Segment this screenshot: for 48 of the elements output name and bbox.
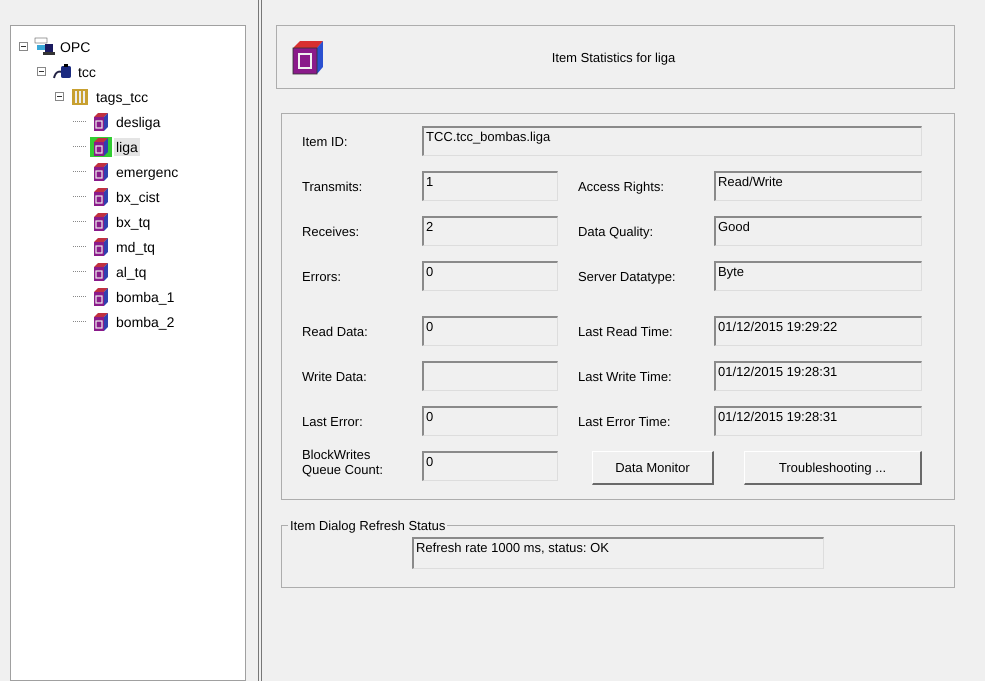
value-field: TCC.tcc_bombas.liga — [422, 126, 922, 156]
value-field: Byte — [714, 261, 922, 291]
computer-icon — [34, 36, 56, 56]
tree-item[interactable]: emergenc — [114, 162, 180, 180]
tree-item[interactable]: bomba_1 — [114, 288, 176, 306]
value-field: 1 — [422, 171, 558, 201]
collapse-toggle[interactable] — [37, 67, 46, 76]
tree-item[interactable]: bx_cist — [114, 188, 162, 206]
field-label: Item ID: — [302, 134, 349, 148]
group-label: Item Dialog Refresh Status — [289, 518, 446, 533]
value-field: Good — [714, 216, 922, 246]
value-field: 0 — [422, 316, 558, 346]
tree-item[interactable]: tcc — [76, 62, 98, 80]
tree-item[interactable]: bomba_2 — [114, 312, 176, 330]
tree-item[interactable]: desliga — [114, 112, 162, 130]
tree-item[interactable]: liga — [114, 138, 140, 156]
data-monitor-button[interactable]: Data Monitor — [592, 451, 714, 485]
tree-item[interactable]: bx_tq — [114, 212, 152, 230]
field-label: Last Write Time: — [578, 368, 673, 384]
field-label: Read Data: — [302, 324, 369, 338]
value-field: 2 — [422, 216, 558, 246]
value-field: 01/12/2015 19:28:31 — [714, 361, 922, 391]
tree-item[interactable]: md_tq — [114, 238, 157, 256]
field-label: Transmits: — [302, 178, 364, 194]
tree-item[interactable]: OPC — [58, 38, 92, 56]
field-label: Data Quality: — [578, 224, 654, 238]
value-field: 01/12/2015 19:28:31 — [714, 406, 922, 436]
field-label: Access Rights: — [578, 178, 665, 194]
field-label: Receives: — [302, 224, 360, 238]
collapse-toggle[interactable] — [19, 42, 28, 51]
field-label: Last Error Time: — [578, 414, 672, 428]
field-label: BlockWrites Queue Count: — [302, 447, 384, 477]
value-field: 0 — [422, 406, 558, 436]
value-field: Read/Write — [714, 171, 922, 201]
dialog-title: Item Statistics for liga — [550, 50, 676, 64]
status-field: Refresh rate 1000 ms, status: OK — [412, 537, 824, 569]
value-field: 0 — [422, 261, 558, 291]
field-label: Server Datatype: — [578, 268, 677, 284]
value-field: 0 — [422, 451, 558, 481]
field-label: Errors: — [302, 268, 342, 284]
troubleshooting-button[interactable]: Troubleshooting ... — [744, 451, 922, 485]
value-field: 01/12/2015 19:29:22 — [714, 316, 922, 346]
field-label: Last Error: — [302, 414, 364, 428]
tree-item[interactable]: al_tq — [114, 262, 148, 280]
tree-item[interactable]: tags_tcc — [94, 88, 150, 106]
field-label: Write Data: — [302, 368, 368, 384]
collapse-toggle[interactable] — [55, 92, 64, 101]
field-label: Last Read Time: — [578, 324, 674, 338]
